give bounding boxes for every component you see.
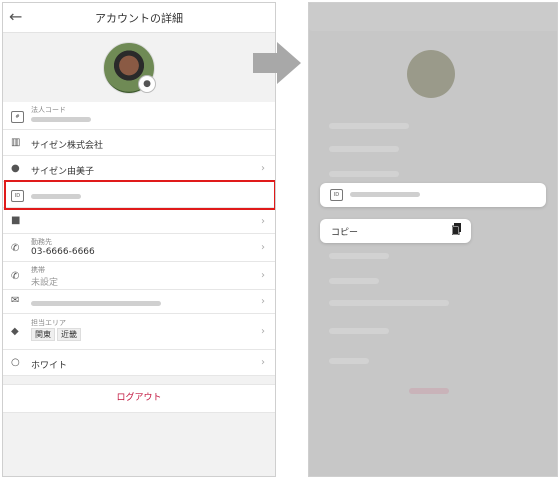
camera-icon[interactable]: ●	[138, 75, 156, 93]
building-icon: ▥	[11, 137, 21, 148]
row-company: ▥ サイゼン株式会社	[3, 130, 275, 156]
chevron-right-icon: ›	[261, 163, 265, 174]
tag-icon: ◆	[11, 326, 19, 337]
id-value-blurred	[350, 192, 420, 197]
copy-menu-screen: ID コピー	[308, 2, 558, 477]
phone-icon: ✆	[11, 271, 20, 282]
mobile-label: 携帯	[31, 266, 45, 274]
row-email[interactable]: ✉ ›	[3, 290, 275, 314]
white-label: ホワイト	[31, 361, 68, 371]
area-tag: 近畿	[57, 328, 81, 341]
copy-label: コピー	[331, 228, 359, 238]
highlight-box	[4, 180, 275, 210]
corp-code-label: 法人コード	[31, 106, 66, 114]
chevron-right-icon: ›	[261, 216, 265, 227]
work-label: 勤務先	[31, 238, 52, 246]
row-password[interactable]: ■ ›	[3, 210, 275, 234]
avatar-area: ●	[3, 33, 275, 103]
lock-icon: ■	[11, 215, 21, 226]
user-name: サイゼン由美子	[31, 167, 95, 177]
work-phone: 03-6666-6666	[31, 247, 95, 257]
row-mobile[interactable]: ✆ 携帯 未設定 ›	[3, 262, 275, 290]
phone-icon: ✆	[11, 243, 20, 254]
corp-code-value-blurred	[31, 117, 91, 122]
area-label: 担当エリア	[31, 319, 66, 327]
email-value-blurred	[31, 301, 161, 306]
row-user-name[interactable]: ● サイゼン由美子 ›	[3, 156, 275, 182]
person-icon: ●	[11, 163, 20, 174]
id-field-popup: ID	[320, 183, 546, 207]
transition-arrow-icon	[253, 42, 301, 84]
chevron-right-icon: ›	[261, 296, 265, 307]
chevron-right-icon: ›	[261, 326, 265, 337]
company-name: サイゼン株式会社	[31, 141, 104, 151]
circle-icon: ○	[11, 357, 20, 368]
blurred-nav	[309, 3, 557, 31]
chevron-right-icon: ›	[261, 270, 265, 281]
logout-button[interactable]: ログアウト	[3, 384, 275, 413]
nav-bar: ← アカウントの詳細	[3, 3, 275, 33]
row-work-phone[interactable]: ✆ 勤務先 03-6666-6666 ›	[3, 234, 275, 262]
page-title: アカウントの詳細	[95, 12, 183, 25]
blurred-avatar	[407, 50, 455, 98]
copy-menu-item[interactable]: コピー	[320, 219, 471, 243]
row-area[interactable]: ◆ 担当エリア 関東 近畿 ›	[3, 314, 275, 350]
row-white[interactable]: ○ ホワイト ›	[3, 350, 275, 376]
mobile-value: 未設定	[31, 278, 59, 288]
area-tag: 関東	[31, 328, 55, 341]
row-corp-code: # 法人コード	[3, 102, 275, 130]
mail-icon: ✉	[11, 295, 20, 306]
chevron-right-icon: ›	[261, 357, 265, 368]
account-detail-screen: ← アカウントの詳細 ● # 法人コード ▥ サイゼン株式会社 ● サイゼン由美…	[2, 2, 276, 477]
id-icon: ID	[330, 189, 343, 201]
hash-icon: #	[11, 110, 24, 123]
chevron-right-icon: ›	[261, 242, 265, 253]
copy-icon	[452, 223, 461, 235]
